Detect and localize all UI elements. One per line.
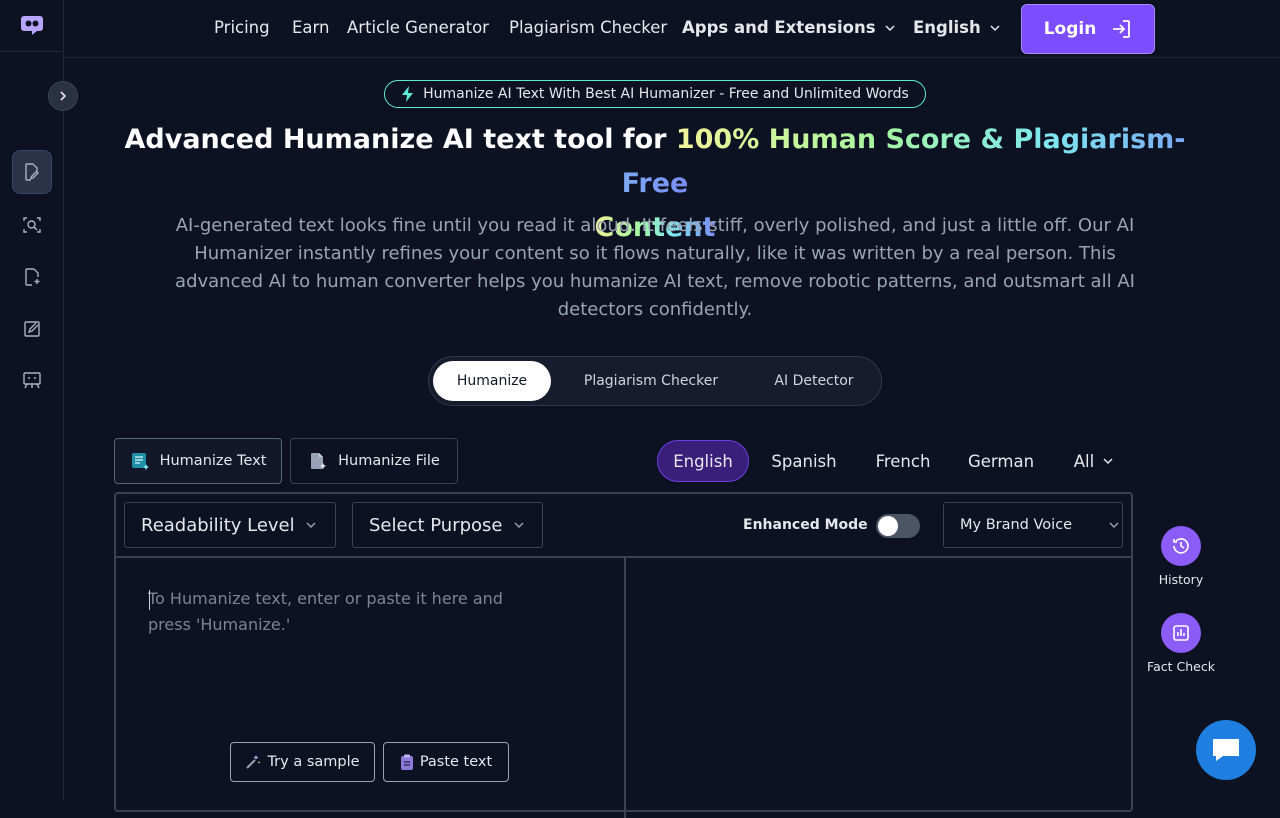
magic-wand-icon	[246, 755, 261, 769]
chevron-down-icon	[1103, 458, 1113, 465]
history-label: History	[1158, 572, 1204, 587]
hero-description: AI-generated text looks fine until you r…	[175, 215, 1135, 320]
lang-english[interactable]: English	[657, 440, 749, 482]
nav-earn[interactable]: Earn	[292, 18, 330, 37]
login-arrow-icon	[1113, 20, 1131, 38]
logo-area	[0, 0, 64, 52]
tab-ai-detector[interactable]: AI Detector	[751, 361, 877, 401]
chat-icon	[1213, 739, 1239, 761]
lang-all-dropdown[interactable]: All	[1064, 440, 1124, 482]
readability-label: Readability Level	[141, 514, 295, 536]
headline-plain: Advanced Humanize AI text tool for	[124, 124, 676, 155]
enhanced-mode-toggle[interactable]	[876, 514, 920, 538]
lang-german[interactable]: German	[958, 440, 1044, 482]
lang-french[interactable]: French	[862, 440, 944, 482]
editor-divider	[624, 558, 626, 818]
nav-pricing[interactable]: Pricing	[214, 18, 270, 37]
history-button[interactable]: History	[1146, 526, 1216, 587]
humanize-file-label: Humanize File	[338, 453, 440, 469]
sidebar	[0, 0, 64, 800]
document-sparkle-icon	[25, 268, 40, 286]
editor-panel: Readability Level Select Purpose Enhance…	[114, 492, 1133, 818]
chevron-down-icon	[884, 24, 895, 31]
humanize-text-label: Humanize Text	[159, 453, 267, 469]
tab-plagiarism-checker[interactable]: Plagiarism Checker	[563, 361, 739, 401]
brand-voice-label: My Brand Voice	[960, 517, 1073, 533]
sidebar-item-presentation[interactable]	[12, 358, 52, 402]
nav-article-generator[interactable]: Article Generator	[347, 18, 489, 37]
nav-apps-dropdown[interactable]: Apps and Extensions	[682, 18, 896, 37]
history-circle	[1161, 526, 1201, 566]
humanize-text-button[interactable]: Humanize Text	[114, 438, 282, 484]
sidebar-item-plagiarism[interactable]	[12, 255, 52, 299]
try-sample-button[interactable]: Try a sample	[230, 742, 375, 782]
hero-badge: Humanize AI Text With Best AI Humanizer …	[384, 80, 926, 108]
file-sparkle-icon	[311, 453, 327, 469]
purpose-label: Select Purpose	[369, 514, 503, 536]
bar-chart-icon	[1173, 625, 1189, 641]
readability-select[interactable]: Readability Level	[124, 502, 336, 548]
chevron-down-icon	[306, 522, 316, 528]
chat-button[interactable]	[1196, 720, 1256, 780]
lang-all-label: All	[1073, 451, 1095, 471]
sidebar-item-ai-detector[interactable]	[12, 203, 52, 247]
clipboard-icon	[400, 754, 413, 770]
app-logo[interactable]	[20, 14, 44, 36]
chevron-down-icon	[1109, 522, 1119, 528]
nav-apps-label: Apps and Extensions	[682, 18, 876, 37]
paste-text-button[interactable]: Paste text	[383, 742, 509, 782]
paste-text-label: Paste text	[419, 754, 493, 770]
sidebar-item-humanize[interactable]	[12, 150, 52, 194]
nav-language-dropdown[interactable]: English	[913, 18, 1001, 37]
fact-check-circle	[1161, 613, 1201, 653]
brand-voice-select[interactable]: My Brand Voice	[943, 502, 1123, 548]
fact-check-label: Fact Check	[1147, 659, 1215, 674]
login-button[interactable]: Login	[1021, 4, 1155, 54]
chevron-down-icon	[514, 522, 523, 528]
try-sample-label: Try a sample	[267, 754, 360, 770]
humanize-file-button[interactable]: Humanize File	[290, 438, 458, 484]
headline-gradient: 100% Human Score & Plagiarism-Free	[621, 124, 1186, 199]
nav-plagiarism-checker[interactable]: Plagiarism Checker	[509, 18, 667, 37]
tab-humanize[interactable]: Humanize	[433, 361, 551, 401]
hero-badge-text: Humanize AI Text With Best AI Humanizer …	[423, 86, 909, 102]
input-textarea[interactable]: To Humanize text, enter or paste it here…	[148, 586, 528, 638]
pen-square-icon	[24, 321, 40, 337]
sidebar-item-article[interactable]	[12, 307, 52, 351]
lightning-icon	[402, 86, 414, 102]
text-caret	[149, 590, 150, 610]
editor-toolbar: Readability Level Select Purpose Enhance…	[116, 494, 1131, 558]
toggle-knob	[878, 516, 898, 536]
history-icon	[1173, 538, 1189, 554]
mode-tabs: Humanize Plagiarism Checker AI Detector	[428, 356, 882, 406]
chevron-right-icon	[60, 91, 67, 101]
chevron-down-icon	[990, 24, 1000, 31]
scan-search-icon	[23, 217, 41, 233]
presentation-icon	[23, 372, 41, 389]
sidebar-expand-button[interactable]	[48, 81, 78, 111]
lang-spanish[interactable]: Spanish	[760, 440, 848, 482]
purpose-select[interactable]: Select Purpose	[352, 502, 543, 548]
document-edit-icon	[25, 163, 39, 181]
login-label: Login	[1043, 19, 1097, 39]
nav-language-label: English	[913, 18, 981, 37]
fact-check-button[interactable]: Fact Check	[1146, 613, 1216, 674]
enhanced-mode-label: Enhanced Mode	[743, 517, 868, 533]
text-sparkle-icon	[131, 453, 149, 470]
